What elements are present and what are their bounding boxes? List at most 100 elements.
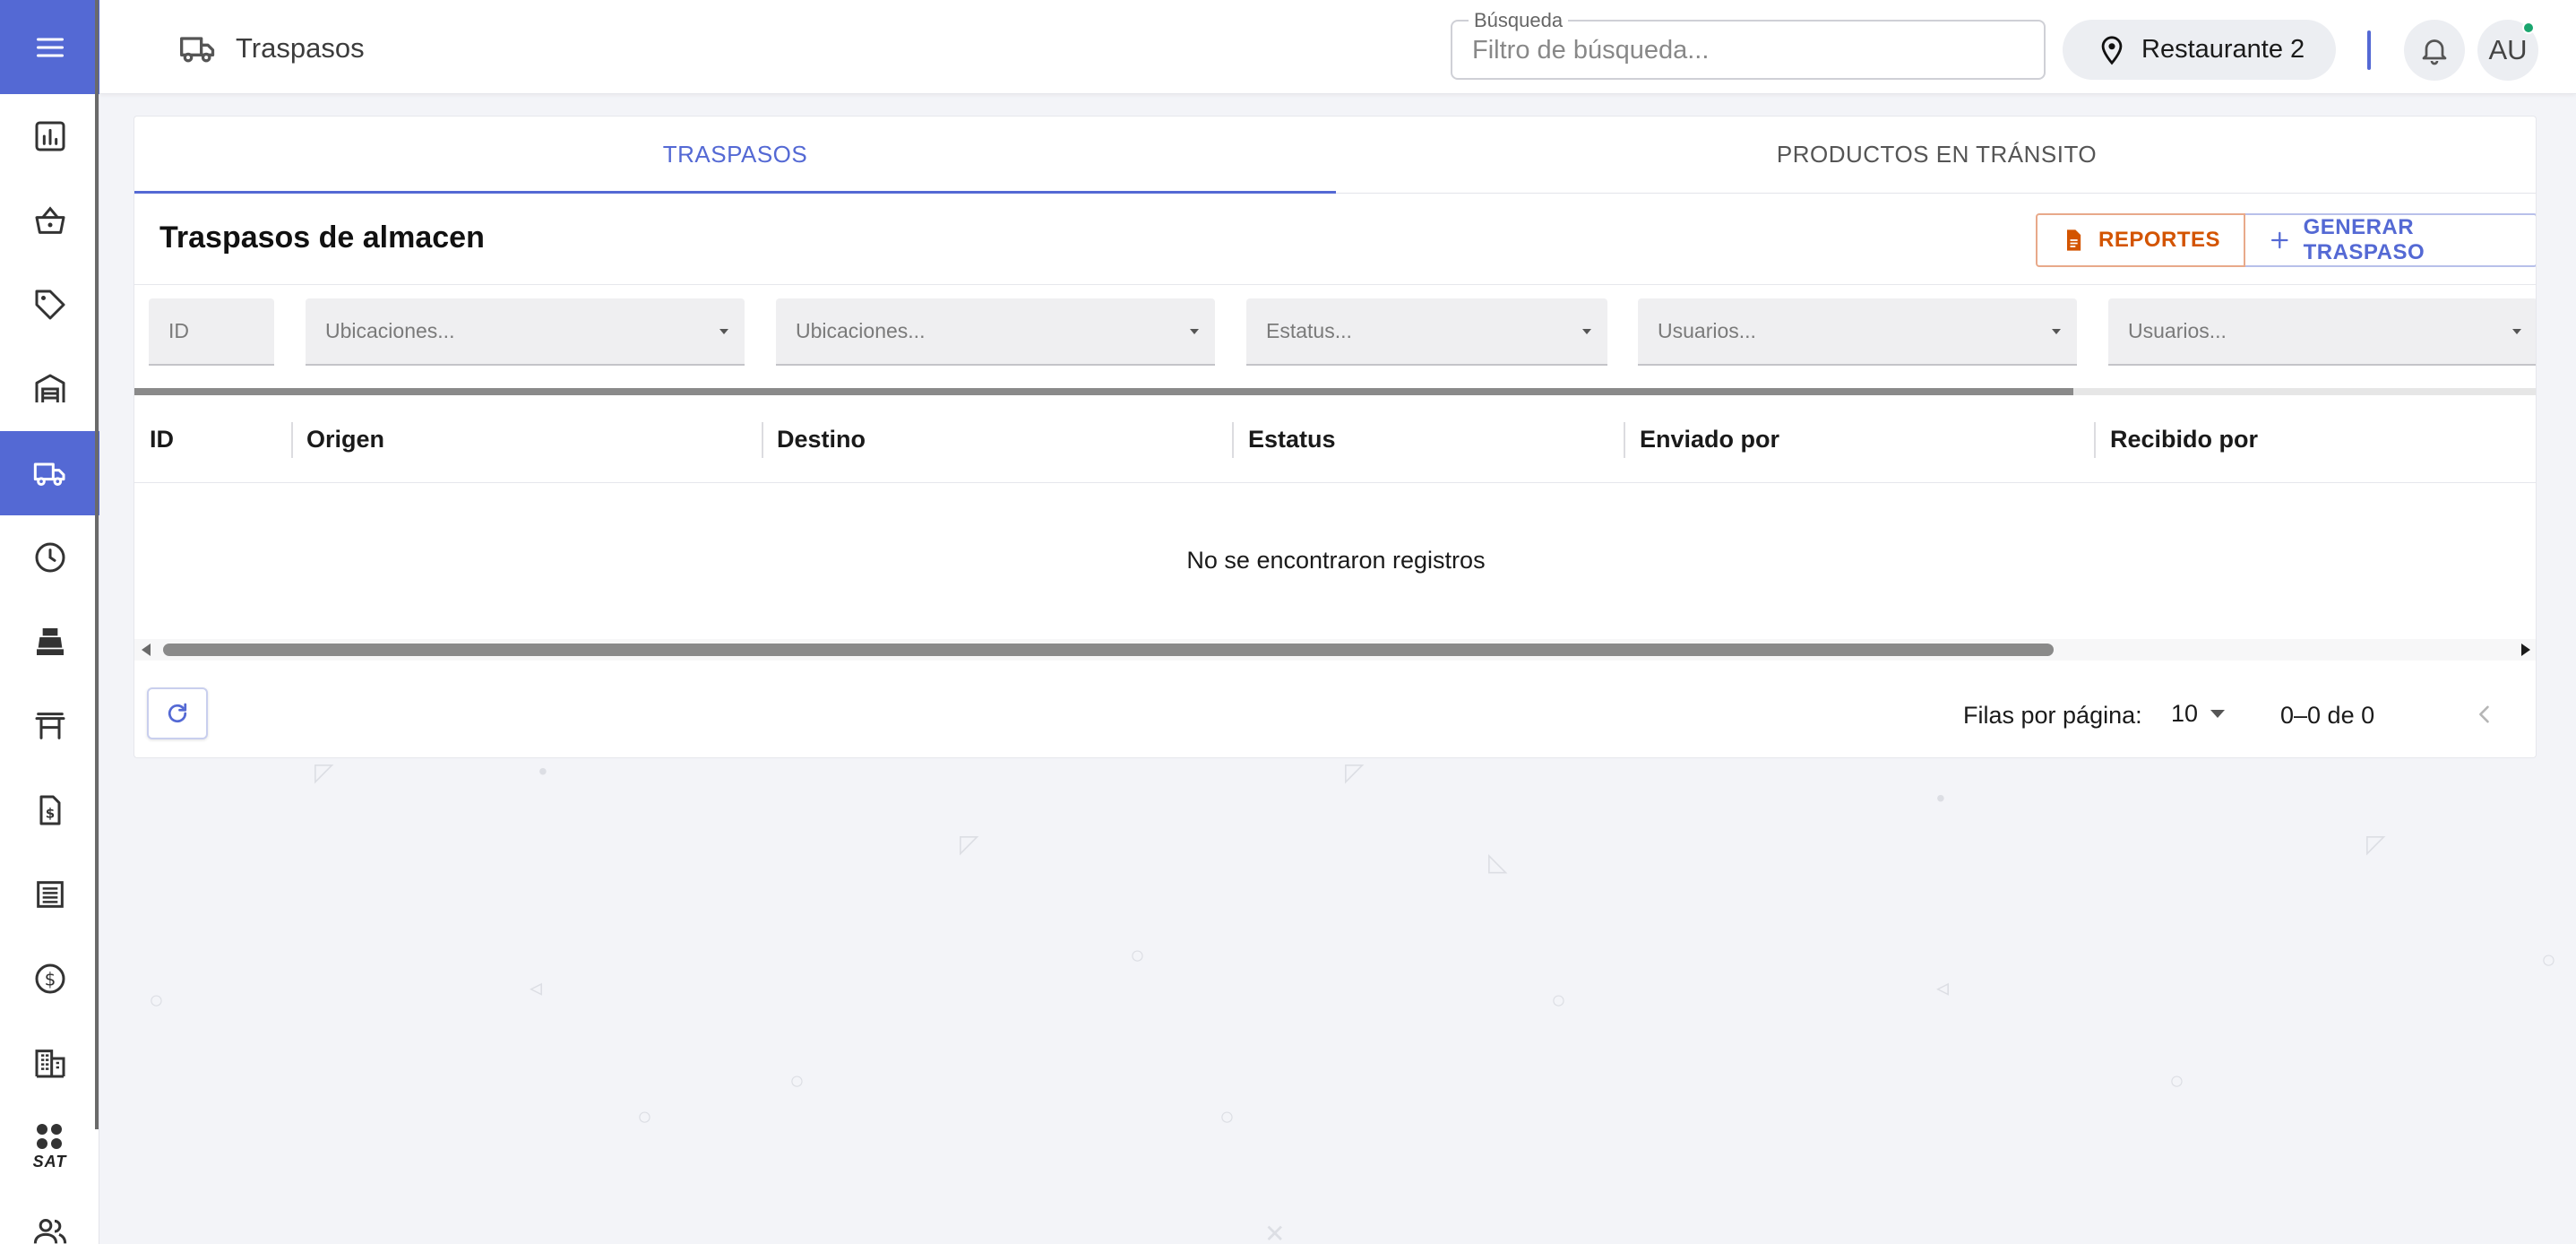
users-icon bbox=[33, 1219, 66, 1244]
sidebar-scrollbar[interactable] bbox=[95, 0, 99, 1129]
search-field[interactable]: Búsqueda bbox=[1451, 9, 2046, 80]
column-separator bbox=[762, 422, 763, 458]
column-header-received-by[interactable]: Recibido por bbox=[2110, 395, 2258, 483]
dollar-icon: $ bbox=[35, 963, 65, 994]
sidebar-item-transfers[interactable] bbox=[0, 431, 99, 515]
column-header-sent-by[interactable]: Enviado por bbox=[1640, 395, 1779, 483]
reports-button[interactable]: REPORTES bbox=[2036, 213, 2246, 267]
filter-destination-placeholder: Ubicaciones... bbox=[796, 319, 926, 342]
column-header-origin[interactable]: Origen bbox=[306, 395, 384, 483]
loading-progress-fill bbox=[134, 388, 2074, 395]
filter-received-by-select[interactable]: Usuarios... bbox=[2108, 298, 2536, 366]
chevron-right-icon bbox=[2534, 702, 2537, 727]
sidebar-item-history[interactable] bbox=[0, 515, 99, 600]
table-header: ID Origen Destino Estatus Enviado por Re… bbox=[134, 395, 2536, 483]
hamburger-menu-icon bbox=[36, 38, 64, 56]
filter-origin-select[interactable]: Ubicaciones... bbox=[306, 298, 745, 366]
sidebar-item-finance[interactable]: $ bbox=[0, 937, 99, 1021]
refresh-icon bbox=[168, 703, 187, 723]
user-avatar[interactable]: AU bbox=[2477, 20, 2538, 81]
filter-id-input[interactable]: ID bbox=[149, 298, 274, 366]
next-page-button[interactable] bbox=[2529, 696, 2537, 732]
sidebar-item-sat[interactable]: SAT bbox=[0, 1105, 99, 1189]
column-header-status[interactable]: Estatus bbox=[1248, 395, 1336, 483]
transfers-card: TRASPASOS PRODUCTOS EN TRÁNSITO Traspaso… bbox=[134, 116, 2537, 758]
sidebar-item-orders[interactable] bbox=[0, 178, 99, 263]
column-separator bbox=[1624, 422, 1625, 458]
header-divider bbox=[2367, 30, 2371, 70]
sidebar: $ $ SAT bbox=[0, 0, 99, 1244]
horizontal-scrollbar-thumb[interactable] bbox=[163, 644, 2054, 656]
sidebar-item-receipts[interactable] bbox=[0, 852, 99, 937]
filter-sent-by-select[interactable]: Usuarios... bbox=[1638, 298, 2077, 366]
table-icon bbox=[35, 713, 65, 739]
sidebar-item-products[interactable] bbox=[0, 263, 99, 347]
rows-per-page-select[interactable]: 10 bbox=[2171, 696, 2226, 730]
page-heading: Traspasos bbox=[178, 29, 365, 68]
tab-bar: TRASPASOS PRODUCTOS EN TRÁNSITO bbox=[134, 117, 2536, 194]
column-header-destination[interactable]: Destino bbox=[777, 395, 866, 483]
truck-icon bbox=[33, 462, 65, 486]
generate-transfer-label: GENERAR TRASPASO bbox=[2303, 215, 2425, 264]
tab-products-in-transit[interactable]: PRODUCTOS EN TRÁNSITO bbox=[1336, 117, 2536, 193]
notifications-button[interactable] bbox=[2404, 20, 2465, 81]
filter-received-by-placeholder: Usuarios... bbox=[2128, 319, 2227, 342]
filter-row: ID Ubicaciones... Ubicaciones... Estatus… bbox=[134, 285, 2536, 393]
filter-status-select[interactable]: Estatus... bbox=[1246, 298, 1607, 366]
location-selector-button[interactable]: Restaurante 2 bbox=[2063, 20, 2336, 80]
clock-icon bbox=[35, 542, 65, 573]
receipt-icon bbox=[36, 881, 64, 908]
building-icon bbox=[35, 1050, 65, 1078]
filter-sent-by-placeholder: Usuarios... bbox=[1658, 319, 1756, 342]
page-title: Traspasos bbox=[236, 32, 365, 64]
location-label: Restaurante 2 bbox=[2141, 35, 2305, 64]
scroll-left-arrow-icon[interactable] bbox=[142, 644, 151, 656]
search-input[interactable] bbox=[1472, 32, 2010, 68]
reports-label: REPORTES bbox=[2098, 228, 2221, 252]
column-separator bbox=[291, 422, 293, 458]
search-legend: Búsqueda bbox=[1469, 9, 1569, 32]
rows-per-page-label: Filas por página: bbox=[1963, 702, 2142, 729]
loading-progress-bar bbox=[134, 388, 2536, 395]
avatar-initials: AU bbox=[2488, 34, 2528, 65]
column-separator bbox=[2094, 422, 2096, 458]
sidebar-item-branches[interactable] bbox=[0, 1021, 99, 1105]
scroll-right-arrow-icon[interactable] bbox=[2521, 644, 2530, 656]
rows-per-page-value: 10 bbox=[2171, 699, 2199, 727]
invoice-icon: $ bbox=[39, 795, 60, 825]
sat-label: SAT bbox=[32, 1152, 67, 1171]
menu-toggle-button[interactable] bbox=[0, 0, 99, 94]
tab-transfers[interactable]: TRASPASOS bbox=[134, 117, 1336, 194]
generate-transfer-button[interactable]: GENERAR TRASPASO bbox=[2245, 213, 2536, 267]
sidebar-item-tables[interactable] bbox=[0, 684, 99, 768]
action-buttons: REPORTES GENERAR TRASPASO bbox=[2036, 213, 2536, 267]
horizontal-scrollbar[interactable] bbox=[134, 639, 2536, 661]
column-separator bbox=[1232, 422, 1234, 458]
column-header-id[interactable]: ID bbox=[150, 395, 174, 483]
sidebar-item-cash-register[interactable] bbox=[0, 600, 99, 684]
sat-icon: SAT bbox=[32, 1123, 67, 1171]
filter-destination-select[interactable]: Ubicaciones... bbox=[776, 298, 1215, 366]
plus-icon bbox=[2270, 231, 2288, 249]
card-title: Traspasos de almacen bbox=[159, 220, 485, 255]
dropdown-arrow-icon bbox=[719, 329, 728, 334]
tag-icon bbox=[35, 289, 65, 320]
dropdown-arrow-icon bbox=[1190, 329, 1199, 334]
sidebar-item-invoices[interactable]: $ bbox=[0, 768, 99, 852]
card-header: Traspasos de almacen REPORTES GENERAR TR… bbox=[134, 194, 2536, 285]
sidebar-item-warehouse[interactable] bbox=[0, 347, 99, 431]
previous-page-button[interactable] bbox=[2467, 696, 2503, 732]
sidebar-item-users[interactable] bbox=[0, 1189, 99, 1244]
sidebar-item-dashboard[interactable] bbox=[0, 94, 99, 178]
caret-down-icon bbox=[2210, 709, 2226, 718]
map-pin-icon bbox=[2101, 35, 2123, 65]
filter-status-placeholder: Estatus... bbox=[1266, 319, 1352, 342]
dropdown-arrow-icon bbox=[1582, 329, 1591, 334]
refresh-button[interactable] bbox=[147, 687, 208, 739]
pagination-range: 0–0 de 0 bbox=[2280, 702, 2375, 729]
table-footer: Filas por página: 10 0–0 de 0 bbox=[134, 661, 2537, 757]
truck-icon bbox=[180, 37, 215, 63]
basket-icon bbox=[35, 206, 65, 234]
warehouse-icon bbox=[35, 374, 65, 402]
top-bar: Traspasos Búsqueda Restaurante 2 AU bbox=[99, 0, 2576, 94]
